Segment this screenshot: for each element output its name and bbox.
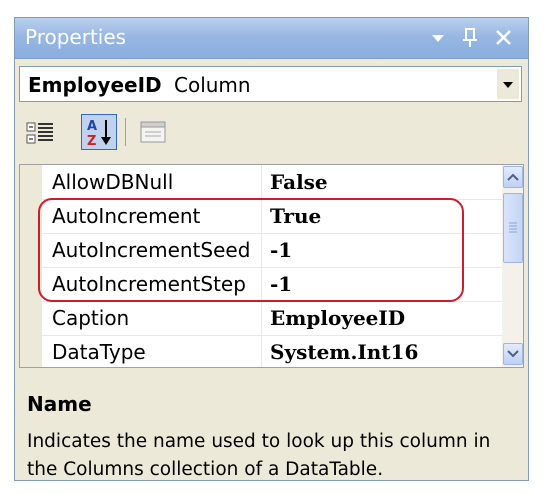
pin-icon[interactable] [457, 26, 483, 50]
categorized-button[interactable] [23, 114, 59, 150]
description-text: Indicates the name used to look up this … [27, 431, 491, 480]
property-value[interactable]: False [270, 170, 328, 194]
dropdown-arrow-icon[interactable] [425, 26, 451, 50]
property-row-caption[interactable]: Caption EmployeeID [20, 301, 502, 336]
title-bar[interactable]: Properties [15, 18, 528, 59]
property-name: AllowDBNull [52, 170, 174, 194]
property-pages-button[interactable] [135, 114, 171, 150]
property-pages-icon [140, 121, 166, 143]
scroll-up-button[interactable] [503, 166, 523, 188]
scroll-down-button[interactable] [503, 343, 523, 365]
highlight-annotation [38, 198, 464, 302]
svg-text:Z: Z [87, 134, 96, 149]
object-selector-combo[interactable]: EmployeeID Column [19, 66, 522, 102]
alphabetical-icon: A Z [87, 119, 111, 149]
chevron-down-icon[interactable] [497, 69, 519, 99]
selected-object-name: EmployeeID [28, 73, 162, 97]
description-title: Name [27, 392, 92, 416]
chevron-up-icon [507, 173, 519, 181]
property-row-allowdbnull[interactable]: AllowDBNull False [20, 165, 502, 200]
properties-toolbar: A Z [19, 110, 522, 152]
vertical-scrollbar[interactable] [502, 165, 523, 367]
property-value[interactable]: System.Int16 [270, 340, 418, 364]
close-icon[interactable] [491, 26, 517, 50]
chevron-down-icon [507, 350, 519, 358]
alphabetical-button[interactable]: A Z [81, 114, 117, 150]
property-name: Caption [52, 306, 130, 330]
selected-object-type: Column [174, 73, 251, 97]
description-panel: Name Indicates the name used to look up … [19, 374, 524, 480]
property-value[interactable]: EmployeeID [270, 306, 405, 330]
svg-text:A: A [87, 119, 97, 134]
property-name: DataType [52, 340, 146, 364]
toolbar-separator [125, 118, 126, 146]
categorized-icon [26, 122, 53, 144]
property-row-datatype[interactable]: DataType System.Int16 [20, 335, 502, 367]
scroll-thumb[interactable] [503, 193, 523, 263]
window-title: Properties [25, 25, 127, 49]
